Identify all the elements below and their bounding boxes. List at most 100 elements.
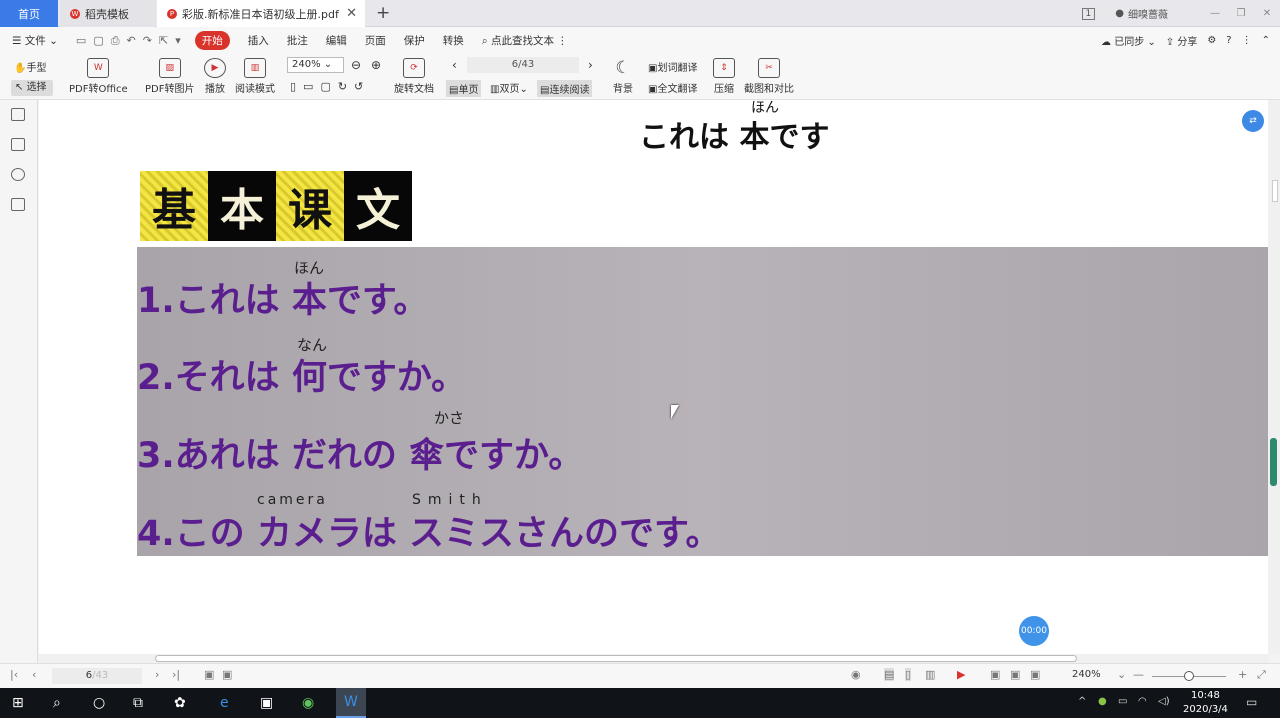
menu-edit[interactable]: 编辑 <box>326 33 347 48</box>
fit-width-icon[interactable]: ▣ <box>1010 668 1020 681</box>
windows-start-icon[interactable]: ⊞ <box>12 695 24 711</box>
print-icon[interactable]: ⎙ <box>111 34 120 48</box>
zoom-level[interactable]: 240% <box>1072 669 1101 680</box>
undo-icon[interactable]: ↶ <box>127 34 136 48</box>
redo-icon[interactable]: ↷ <box>143 34 152 48</box>
rotate-doc-button[interactable]: ⟳ 旋转文档 <box>394 58 434 95</box>
rotate-right-icon[interactable]: ▣ <box>222 668 232 681</box>
zoom-select[interactable]: 240% ⌄ <box>287 57 344 73</box>
page-input[interactable]: 6/43 <box>467 57 579 73</box>
scroll-thumb[interactable] <box>1272 180 1278 202</box>
zoom-out-icon[interactable]: ⊖ <box>351 58 361 72</box>
screenshot-compare-button[interactable]: ✂ 截图和对比 <box>744 58 794 95</box>
vertical-scrollbar[interactable] <box>1268 100 1280 654</box>
rotate-left-icon[interactable]: ▣ <box>204 668 214 681</box>
prev-page-icon[interactable]: ‹ <box>32 668 36 681</box>
zoom-slider[interactable] <box>1152 671 1226 681</box>
menu-page[interactable]: 页面 <box>365 33 386 48</box>
pdf-to-image-button[interactable]: ▨ PDF转图片 <box>145 58 194 95</box>
float-tool-icon[interactable]: ⇄ <box>1242 110 1264 132</box>
annotation-icon[interactable] <box>11 168 25 181</box>
volume-icon[interactable]: ◁) <box>1158 696 1170 707</box>
share-button[interactable]: ⇪ 分享 <box>1166 33 1198 48</box>
search-icon[interactable]: ⌕ <box>53 695 61 711</box>
next-page-icon[interactable]: › <box>155 668 159 681</box>
thumbnail-icon[interactable] <box>11 138 25 151</box>
zoom-in-icon[interactable]: ⊕ <box>371 58 381 72</box>
menu-annotate[interactable]: 批注 <box>287 33 308 48</box>
more-dropdown-icon[interactable]: ▾ <box>175 34 181 48</box>
tab-template[interactable]: W 稻壳模板 <box>60 0 156 27</box>
window-count-badge[interactable]: 1 <box>1081 7 1096 20</box>
single-view-icon[interactable]: ▯ <box>905 668 912 681</box>
zoom-dropdown-icon[interactable]: ⌄ <box>1117 668 1126 681</box>
app-icon[interactable]: ✿ <box>174 695 186 711</box>
tab-home[interactable]: 首页 <box>0 0 58 27</box>
search-text-button[interactable]: ⌕ 点此查找文本 ⋮ <box>482 33 568 48</box>
page-number-input[interactable]: 6/43 <box>52 668 142 684</box>
menu-protect[interactable]: 保护 <box>404 33 425 48</box>
file-menu[interactable]: ☰ 文件 ⌄ <box>12 33 58 48</box>
account-name[interactable]: 细嗅蔷薇 <box>1128 6 1168 21</box>
new-tab-button[interactable]: + <box>376 3 390 23</box>
fullscreen-icon[interactable]: ⤢ <box>1257 668 1266 682</box>
horizontal-scrollbar[interactable] <box>39 654 1268 663</box>
continuous-view-icon[interactable]: ▤ <box>884 668 895 681</box>
prev-page-icon[interactable]: ‹ <box>452 58 457 72</box>
tray-expand-icon[interactable]: ^ <box>1078 696 1086 707</box>
task-view-icon[interactable]: ⧉ <box>133 695 143 711</box>
pdf-to-office-button[interactable]: W PDF转Office <box>69 58 128 95</box>
record-timer[interactable]: 00:00 <box>1019 616 1049 646</box>
notification-icon[interactable]: ▭ <box>1246 695 1257 709</box>
network-icon[interactable]: ◠ <box>1138 696 1147 707</box>
last-page-icon[interactable]: ›| <box>172 668 180 681</box>
play-slides-icon[interactable]: ▶ <box>957 668 965 681</box>
double-view-icon[interactable]: ▥ <box>925 668 935 681</box>
minimize-icon[interactable]: — <box>1202 8 1228 19</box>
battery-icon[interactable]: ▭ <box>1118 696 1127 707</box>
fit-page-icon[interactable]: ▣ <box>990 668 1000 681</box>
zoom-in-icon[interactable]: + <box>1238 668 1247 681</box>
cortana-icon[interactable]: ○ <box>93 695 105 711</box>
sync-button[interactable]: ☁ 已同步 ⌄ <box>1101 33 1156 48</box>
hand-tool[interactable]: ✋手型 <box>14 59 46 74</box>
scroll-thumb[interactable] <box>155 655 1077 662</box>
close-window-icon[interactable]: ✕ <box>1254 8 1280 19</box>
outline-icon[interactable] <box>11 108 25 121</box>
first-page-icon[interactable]: |‹ <box>10 668 18 681</box>
settings-icon[interactable]: ⚙ <box>1207 35 1216 46</box>
page-tools-icons[interactable]: ▯▭▢↻↺ <box>290 80 370 93</box>
browser-icon[interactable]: ◉ <box>302 695 314 711</box>
menu-convert[interactable]: 转换 <box>443 33 464 48</box>
continuous-read-button[interactable]: ▤连续阅读 <box>537 80 593 97</box>
export-icon[interactable]: ⇱ <box>159 34 168 48</box>
single-page-button[interactable]: ▤单页 <box>446 80 482 97</box>
store-icon[interactable]: ▣ <box>260 695 273 711</box>
zoom-out-icon[interactable]: — <box>1133 668 1144 681</box>
help-icon[interactable]: ? <box>1226 35 1231 46</box>
close-tab-icon[interactable]: ✕ <box>346 6 357 21</box>
play-button[interactable]: ▶ 播放 <box>204 58 226 95</box>
full-translate-button[interactable]: ▣全文翻译 <box>648 80 697 95</box>
background-button[interactable]: ☾ 背景 <box>612 58 634 95</box>
avatar[interactable]: ● <box>1115 8 1124 19</box>
edge-icon[interactable]: e <box>220 695 229 711</box>
wps-taskbar-button[interactable]: W <box>336 688 366 718</box>
collapse-icon[interactable]: ⌃ <box>1262 35 1270 46</box>
double-page-button[interactable]: ▥双页⌄ <box>490 80 528 95</box>
eye-protect-icon[interactable]: ◉ <box>851 668 861 681</box>
menu-insert[interactable]: 插入 <box>248 33 269 48</box>
select-tool[interactable]: ↖ 选择 <box>11 80 53 96</box>
more-icon[interactable]: ⋮ <box>1242 35 1252 46</box>
next-page-icon[interactable]: › <box>588 58 593 72</box>
tray-app-icon[interactable]: ● <box>1098 696 1107 707</box>
zoom-slider-knob[interactable] <box>1184 671 1194 681</box>
restore-icon[interactable]: ❐ <box>1228 8 1254 19</box>
actual-size-icon[interactable]: ▣ <box>1030 668 1040 681</box>
scroll-position-marker[interactable] <box>1270 438 1277 486</box>
system-clock[interactable]: 10:48 2020/3/4 <box>1183 689 1228 717</box>
menu-start[interactable]: 开始 <box>194 31 230 50</box>
word-translate-button[interactable]: ▣划词翻译 <box>648 59 697 74</box>
save-icon[interactable]: ▢ <box>93 34 103 48</box>
tab-pdf-document[interactable]: P 彩版.新标准日本语初级上册.pdf ✕ <box>157 0 365 27</box>
